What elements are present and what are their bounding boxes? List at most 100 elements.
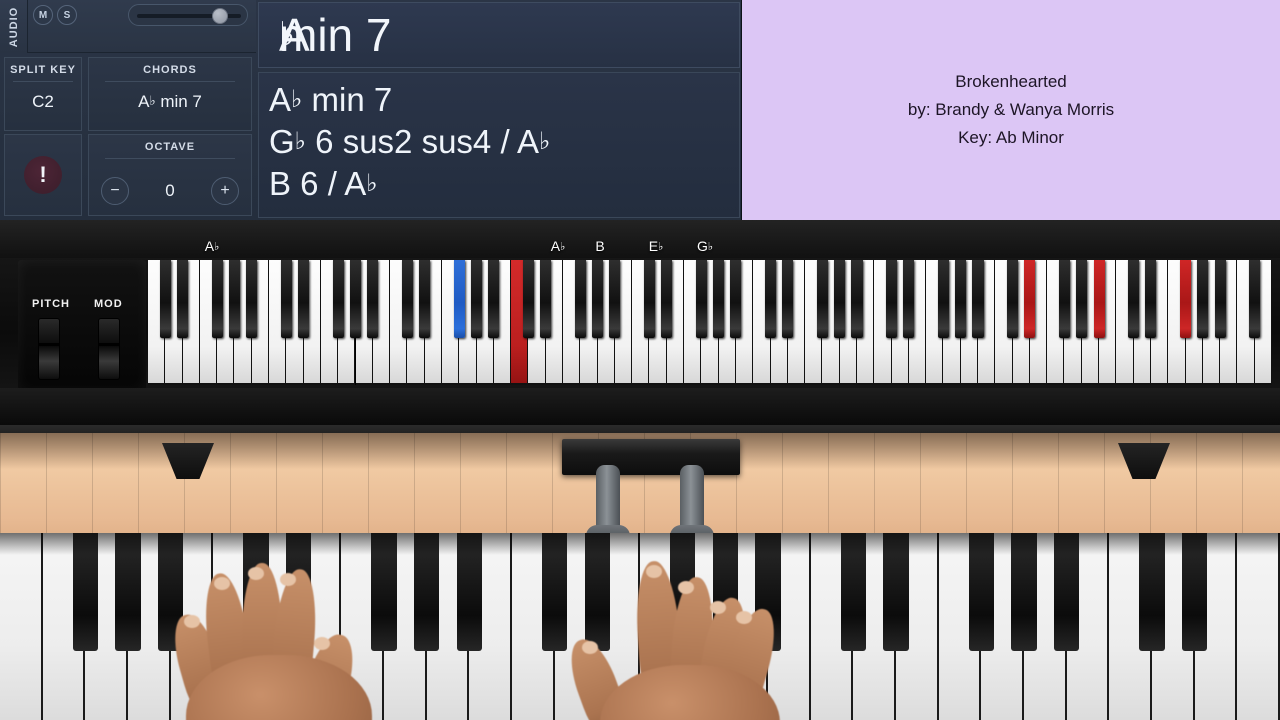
app-root: AUDIO M S SPLIT KEY C2 ! CHORDS A♭ min 7… (0, 0, 1280, 720)
volume-slider-knob[interactable] (212, 8, 228, 24)
keyboard-bottom-rail (0, 388, 1280, 425)
virtual-key-note-label: G♭ (696, 238, 714, 254)
virtual-black-key[interactable] (453, 260, 465, 338)
virtual-black-key[interactable] (903, 260, 915, 338)
alert-icon[interactable]: ! (24, 156, 62, 194)
alt-trail-flat: ♭ (366, 170, 378, 197)
virtual-black-key[interactable] (246, 260, 258, 338)
keys-top-shadow (0, 533, 1280, 555)
virtual-black-key[interactable] (592, 260, 604, 338)
virtual-key-note-label: A♭ (550, 238, 566, 254)
virtual-black-key[interactable] (1007, 260, 1019, 338)
song-title: Brokenhearted (955, 72, 1067, 91)
virtual-black-key[interactable] (730, 260, 742, 338)
virtual-black-key[interactable] (851, 260, 863, 338)
virtual-key-note-label: A♭ (204, 238, 220, 254)
pitch-mod-wheel-panel: PITCH MOD (18, 260, 146, 392)
virtual-key-note-label: E♭ (648, 238, 664, 254)
virtual-black-key[interactable] (159, 260, 171, 338)
right-hand (560, 555, 810, 720)
virtual-black-key[interactable] (280, 260, 292, 338)
virtual-black-key[interactable] (713, 260, 725, 338)
virtual-black-key[interactable] (764, 260, 777, 338)
pitch-wheel[interactable] (38, 318, 60, 380)
virtual-black-key[interactable] (471, 260, 483, 338)
split-key-title: SPLIT KEY (5, 64, 81, 82)
virtual-black-key[interactable] (228, 260, 240, 338)
alt-root: G (269, 123, 295, 160)
virtual-black-key[interactable] (349, 260, 362, 338)
virtual-black-key[interactable] (401, 260, 413, 338)
audio-tab-label: AUDIO (7, 6, 20, 47)
virtual-black-key[interactable] (1093, 260, 1105, 338)
song-key: Key: Ab Minor (958, 128, 1064, 147)
virtual-black-key[interactable] (1249, 260, 1261, 338)
virtual-black-key[interactable] (886, 260, 898, 338)
virtual-black-key[interactable] (1128, 260, 1140, 338)
octave-increment-button[interactable]: + (211, 177, 239, 205)
virtual-black-key[interactable] (782, 260, 794, 338)
alt-rest: min 7 (302, 81, 393, 118)
virtual-black-key[interactable] (1058, 260, 1071, 338)
plugin-controls-column: AUDIO M S SPLIT KEY C2 ! CHORDS A♭ min 7… (0, 0, 256, 220)
virtual-black-key[interactable] (574, 260, 586, 338)
virtual-black-key[interactable] (609, 260, 621, 338)
virtual-black-key[interactable] (937, 260, 949, 338)
octave-cell: OCTAVE − 0 + (88, 134, 252, 216)
piano-photo (0, 425, 1280, 720)
virtual-black-key[interactable] (540, 260, 552, 338)
split-key-value: C2 (32, 92, 54, 111)
virtual-black-key[interactable] (488, 260, 500, 338)
alert-icon-glyph: ! (39, 162, 47, 187)
alt-flat: ♭ (291, 86, 303, 113)
virtual-black-key[interactable] (661, 260, 673, 338)
alt-flat: ♭ (294, 128, 306, 155)
pedal-lyre (562, 439, 740, 475)
virtual-black-key[interactable] (298, 260, 310, 338)
song-artist: by: Brandy & Wanya Morris (907, 100, 1115, 119)
virtual-black-key[interactable] (1180, 260, 1192, 338)
chords-cell[interactable]: CHORDS A♭ min 7 (88, 57, 252, 131)
chord-plugin-panel: AUDIO M S SPLIT KEY C2 ! CHORDS A♭ min 7… (0, 0, 742, 220)
current-chord-rest: min 7 (279, 9, 392, 61)
virtual-black-key[interactable] (522, 260, 534, 338)
virtual-black-key[interactable] (367, 260, 379, 338)
song-info-panel: Brokenhearted by: Brandy & Wanya Morris … (742, 0, 1280, 220)
pedal-sustain (670, 465, 714, 547)
photo-white-key (0, 533, 43, 720)
virtual-black-key[interactable] (834, 260, 846, 338)
virtual-black-key[interactable] (332, 260, 344, 338)
volume-slider[interactable] (128, 4, 248, 26)
alt-rest: 6 sus2 sus4 / A (306, 123, 539, 160)
chord-alternative-row[interactable]: G♭ 6 sus2 sus4 / A♭ (269, 121, 739, 163)
mod-wheel[interactable] (98, 318, 120, 380)
virtual-black-key[interactable] (1214, 260, 1226, 338)
virtual-black-key[interactable] (816, 260, 828, 338)
virtual-black-key[interactable] (972, 260, 984, 338)
octave-title: OCTAVE (89, 141, 251, 159)
audio-tab[interactable]: AUDIO (0, 0, 28, 53)
virtual-black-key[interactable] (1145, 260, 1157, 338)
virtual-black-key[interactable] (1024, 260, 1036, 338)
solo-button[interactable]: S (57, 5, 77, 25)
virtual-key-note-label: B (595, 238, 605, 254)
mute-button[interactable]: M (33, 5, 53, 25)
chords-value-root: A (138, 92, 150, 111)
virtual-black-key[interactable] (695, 260, 707, 338)
alt-root: A (269, 81, 292, 118)
chord-alternatives-list: A♭ min 7 G♭ 6 sus2 sus4 / A♭ B 6 / A♭ (258, 72, 740, 218)
virtual-black-key[interactable] (419, 260, 431, 338)
alt-trail-flat: ♭ (538, 128, 551, 155)
warning-cell[interactable]: ! (4, 134, 82, 216)
virtual-black-key[interactable] (1076, 260, 1088, 338)
virtual-black-key[interactable] (643, 260, 655, 338)
virtual-keys[interactable] (148, 260, 1272, 385)
virtual-black-key[interactable] (955, 260, 967, 338)
chord-alternative-row[interactable]: B 6 / A♭ (269, 163, 739, 205)
virtual-black-key[interactable] (1197, 260, 1209, 338)
virtual-black-key[interactable] (177, 260, 189, 338)
virtual-black-key[interactable] (211, 260, 223, 338)
virtual-keyboard-band: PITCH MOD A♭ A♭ B E♭ G♭ (0, 220, 1280, 425)
chord-alternative-row[interactable]: A♭ min 7 (269, 79, 739, 121)
split-key-cell[interactable]: SPLIT KEY C2 (4, 57, 82, 131)
